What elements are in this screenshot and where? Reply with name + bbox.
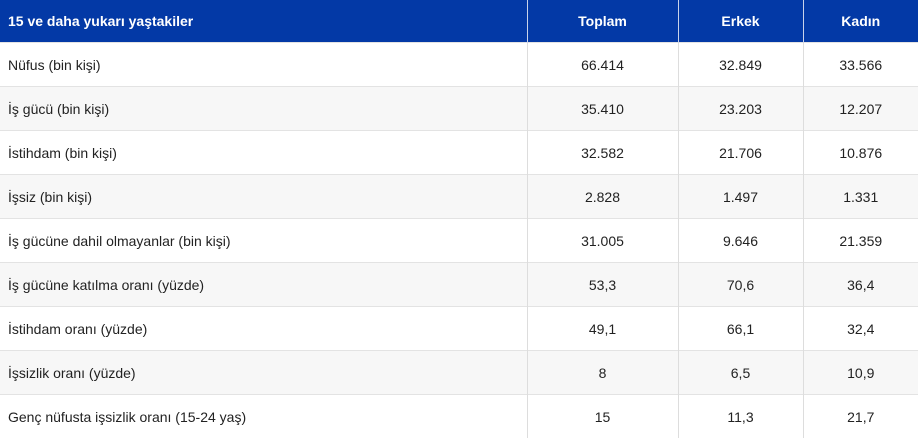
cell-total: 32.582 — [527, 131, 678, 175]
table-row: İşsizlik oranı (yüzde) 8 6,5 10,9 — [0, 351, 918, 395]
cell-female: 33.566 — [803, 43, 918, 87]
cell-female: 12.207 — [803, 87, 918, 131]
cell-total: 49,1 — [527, 307, 678, 351]
cell-total: 35.410 — [527, 87, 678, 131]
table-row: İstihdam oranı (yüzde) 49,1 66,1 32,4 — [0, 307, 918, 351]
cell-female: 10,9 — [803, 351, 918, 395]
cell-female: 36,4 — [803, 263, 918, 307]
cell-female: 21.359 — [803, 219, 918, 263]
cell-female: 21,7 — [803, 395, 918, 438]
header-category: 15 ve daha yukarı yaştakiler — [0, 0, 527, 43]
cell-female: 1.331 — [803, 175, 918, 219]
cell-total: 2.828 — [527, 175, 678, 219]
cell-total: 31.005 — [527, 219, 678, 263]
row-label: İşsiz (bin kişi) — [0, 175, 527, 219]
header-female: Kadın — [803, 0, 918, 43]
header-male: Erkek — [678, 0, 803, 43]
table-row: Genç nüfusta işsizlik oranı (15-24 yaş) … — [0, 395, 918, 438]
cell-male: 6,5 — [678, 351, 803, 395]
cell-male: 23.203 — [678, 87, 803, 131]
header-row: 15 ve daha yukarı yaştakiler Toplam Erke… — [0, 0, 918, 43]
table-header: 15 ve daha yukarı yaştakiler Toplam Erke… — [0, 0, 918, 43]
table-body: Nüfus (bin kişi) 66.414 32.849 33.566 İş… — [0, 43, 918, 438]
table-row: İş gücü (bin kişi) 35.410 23.203 12.207 — [0, 87, 918, 131]
row-label: İstihdam oranı (yüzde) — [0, 307, 527, 351]
table-row: İstihdam (bin kişi) 32.582 21.706 10.876 — [0, 131, 918, 175]
cell-total: 66.414 — [527, 43, 678, 87]
cell-male: 66,1 — [678, 307, 803, 351]
row-label: İşsizlik oranı (yüzde) — [0, 351, 527, 395]
cell-total: 53,3 — [527, 263, 678, 307]
row-label: İş gücüne dahil olmayanlar (bin kişi) — [0, 219, 527, 263]
table-row: İşsiz (bin kişi) 2.828 1.497 1.331 — [0, 175, 918, 219]
cell-female: 10.876 — [803, 131, 918, 175]
cell-male: 1.497 — [678, 175, 803, 219]
row-label: İş gücüne katılma oranı (yüzde) — [0, 263, 527, 307]
row-label: Genç nüfusta işsizlik oranı (15-24 yaş) — [0, 395, 527, 438]
cell-male: 11,3 — [678, 395, 803, 438]
labor-statistics-table: 15 ve daha yukarı yaştakiler Toplam Erke… — [0, 0, 918, 438]
cell-male: 21.706 — [678, 131, 803, 175]
header-total: Toplam — [527, 0, 678, 43]
cell-male: 9.646 — [678, 219, 803, 263]
table-row: İş gücüne dahil olmayanlar (bin kişi) 31… — [0, 219, 918, 263]
row-label: İş gücü (bin kişi) — [0, 87, 527, 131]
cell-total: 8 — [527, 351, 678, 395]
cell-total: 15 — [527, 395, 678, 438]
row-label: İstihdam (bin kişi) — [0, 131, 527, 175]
cell-male: 70,6 — [678, 263, 803, 307]
row-label: Nüfus (bin kişi) — [0, 43, 527, 87]
table-row: İş gücüne katılma oranı (yüzde) 53,3 70,… — [0, 263, 918, 307]
cell-female: 32,4 — [803, 307, 918, 351]
table-row: Nüfus (bin kişi) 66.414 32.849 33.566 — [0, 43, 918, 87]
cell-male: 32.849 — [678, 43, 803, 87]
